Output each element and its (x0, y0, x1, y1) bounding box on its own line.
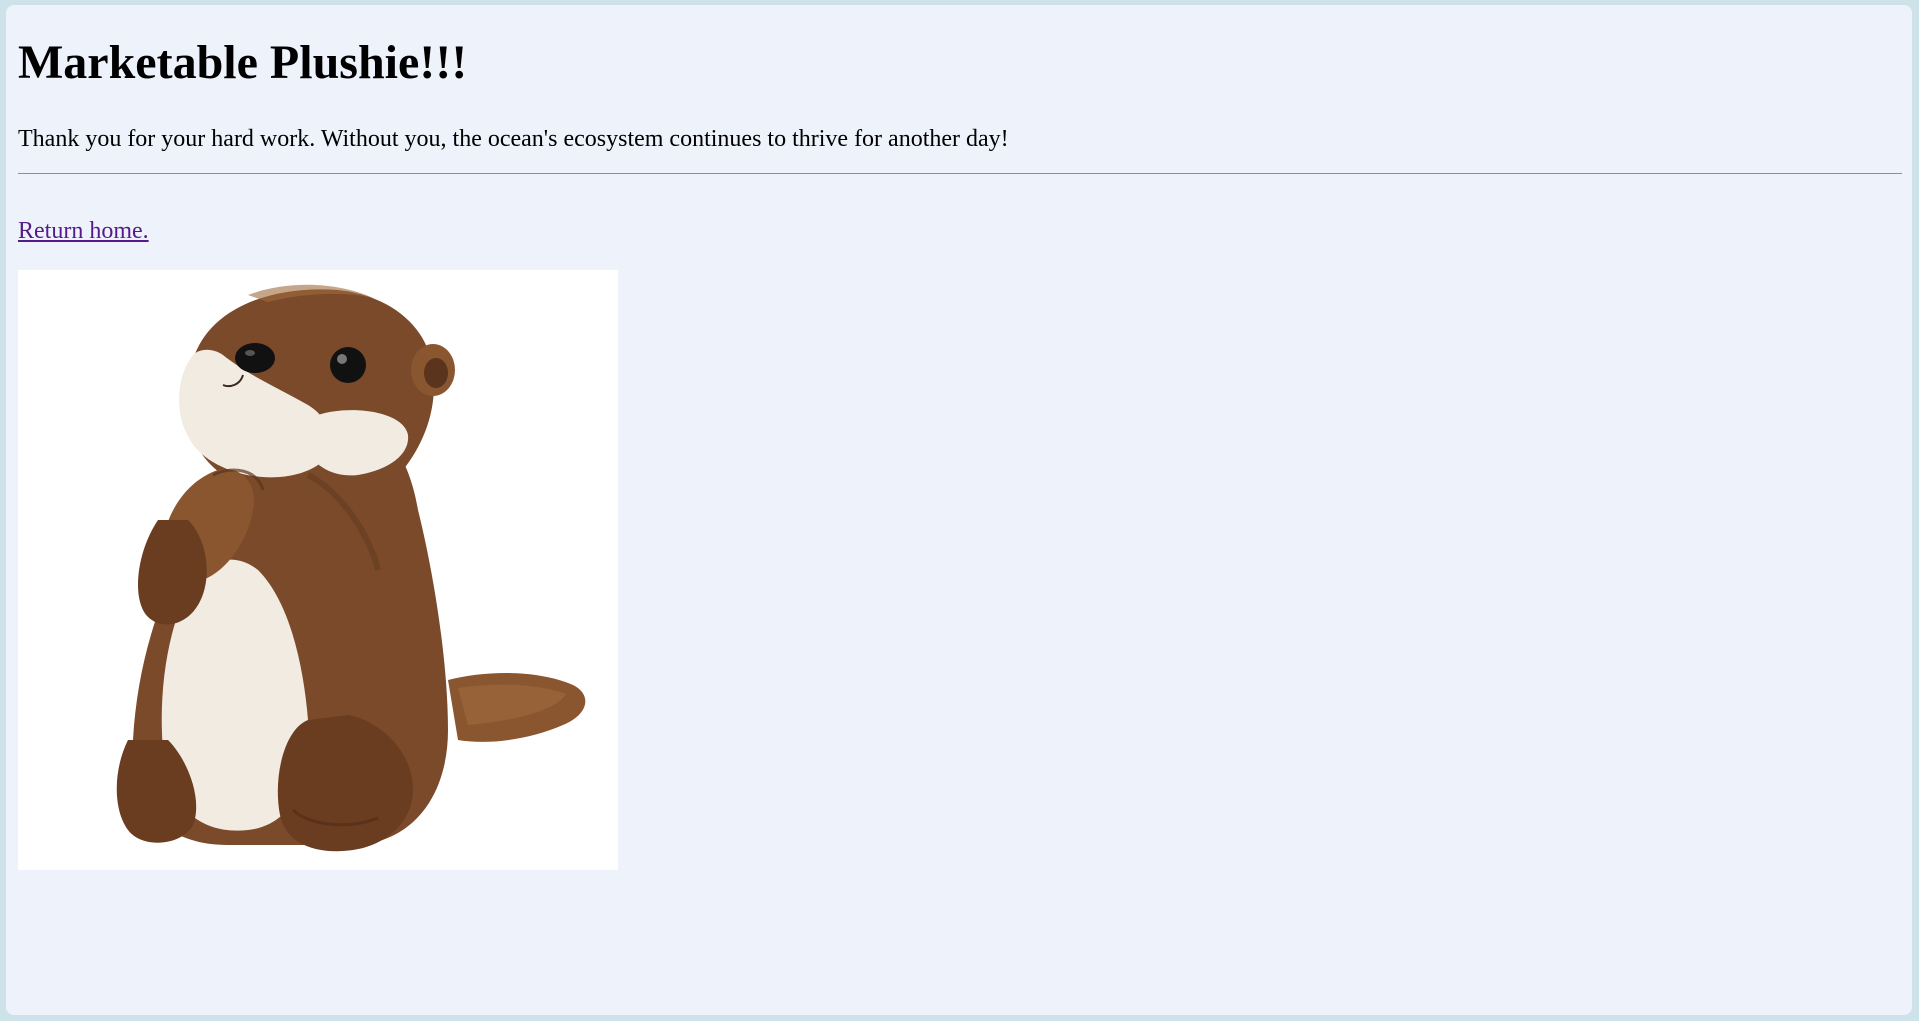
otter-plushie-illustration (18, 270, 618, 870)
horizontal-divider (18, 173, 1902, 174)
otter-plushie-image (18, 270, 618, 870)
page-title: Marketable Plushie!!! (18, 36, 468, 89)
page-frame: Marketable Plushie!!! Thank you for your… (6, 5, 1912, 1015)
return-home-link[interactable]: Return home. (18, 217, 149, 246)
thank-you-message: Thank you for your hard work. Without yo… (18, 126, 1009, 152)
